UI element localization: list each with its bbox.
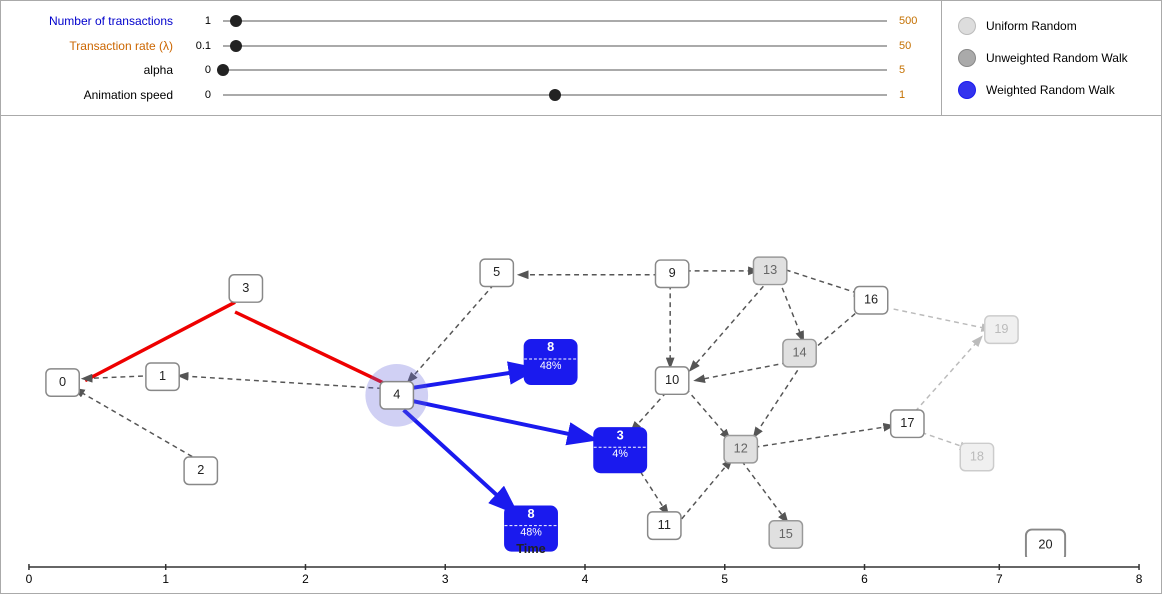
node-15-label: 15 <box>779 526 793 541</box>
legend-dot-uniform <box>958 17 976 35</box>
arrow-4-1 <box>178 376 382 389</box>
slider-row-transactions: Number of transactions 1 500 <box>13 14 929 28</box>
slider-label-transactions: Number of transactions <box>13 14 173 28</box>
tick-label-0: 0 <box>26 572 33 586</box>
red-edge-3-4 <box>235 312 389 386</box>
legend-item-weighted: Weighted Random Walk <box>958 81 1145 99</box>
node-17-label: 17 <box>900 415 914 430</box>
legend-item-uniform: Uniform Random <box>958 17 1145 35</box>
node-8b-pct: 48% <box>520 526 542 538</box>
node-16-label: 16 <box>864 292 878 307</box>
arrow-10-12 <box>686 388 730 439</box>
blue-edge-4-3b <box>409 400 595 439</box>
arrow-14-12 <box>753 363 802 437</box>
node-9-label: 9 <box>669 265 676 280</box>
arrow-16-19 <box>894 309 992 330</box>
slider-row-alpha: alpha 0 5 <box>13 63 929 77</box>
slider-label-animation: Animation speed <box>13 88 173 102</box>
slider-track-transactions[interactable] <box>223 20 887 22</box>
node-19-label: 19 <box>994 321 1008 336</box>
arrow-5-4 <box>408 285 494 383</box>
arrow-13-16 <box>786 270 864 295</box>
slider-track-rate[interactable] <box>223 45 887 47</box>
arrow-2-0 <box>74 388 199 461</box>
slider-max-animation: 1 <box>899 89 929 101</box>
node-5-label: 5 <box>493 264 500 279</box>
node-12-label: 12 <box>734 441 748 456</box>
legend-item-unweighted: Unweighted Random Walk <box>958 49 1145 67</box>
slider-thumb-alpha[interactable] <box>217 64 229 76</box>
slider-thumb-rate[interactable] <box>230 40 242 52</box>
blue-edge-4-8a <box>409 369 536 389</box>
legend-section: Uniform Random Unweighted Random Walk We… <box>941 1 1161 115</box>
legend-label-weighted: Weighted Random Walk <box>986 83 1115 97</box>
node-8b-num: 8 <box>527 506 534 521</box>
slider-min-alpha: 0 <box>181 64 211 76</box>
tick-label-7: 7 <box>996 572 1003 586</box>
slider-row-rate: Transaction rate (λ) 0.1 50 <box>13 39 929 53</box>
arrow-11-12 <box>676 459 732 526</box>
arrow-12-15 <box>742 461 788 523</box>
tick-label-8: 8 <box>1136 572 1143 586</box>
slider-max-transactions: 500 <box>899 15 929 27</box>
node-20-label: 20 <box>1038 537 1052 552</box>
arrow-13-14 <box>779 280 804 342</box>
node-0-label: 0 <box>59 374 66 389</box>
time-label: Time <box>516 541 546 556</box>
node-11-label: 11 <box>658 517 671 532</box>
node-1-label: 1 <box>159 368 166 383</box>
time-axis-svg: 0 1 2 3 4 5 6 7 8 <box>1 557 1161 593</box>
slider-max-rate: 50 <box>899 40 929 52</box>
tick-label-1: 1 <box>162 572 169 586</box>
arrow-14-10 <box>695 361 796 381</box>
slider-row-animation: Animation speed 0 1 <box>13 88 929 102</box>
legend-dot-weighted <box>958 81 976 99</box>
arrow-10-3b <box>631 392 666 431</box>
node-14-label: 14 <box>792 345 806 360</box>
tick-label-2: 2 <box>302 572 309 586</box>
tick-label-5: 5 <box>721 572 728 586</box>
node-18-label: 18 <box>970 448 984 463</box>
node-2-label: 2 <box>197 462 204 477</box>
viz-svg: 0 1 2 3 4 5 8 48% <box>1 116 1161 557</box>
slider-min-animation: 0 <box>181 89 211 101</box>
app: Number of transactions 1 500 Transaction… <box>0 0 1162 594</box>
arrow-12-17 <box>754 426 893 448</box>
tick-label-3: 3 <box>442 572 449 586</box>
legend-label-uniform: Uniform Random <box>986 19 1077 33</box>
tick-label-6: 6 <box>861 572 868 586</box>
legend-dot-unweighted <box>958 49 976 67</box>
node-3b-num: 3 <box>617 427 624 442</box>
node-4-label: 4 <box>393 387 400 402</box>
node-8a-num: 8 <box>547 339 554 354</box>
node-3-label: 3 <box>242 280 249 295</box>
slider-thumb-animation[interactable] <box>549 89 561 101</box>
controls-panel: Number of transactions 1 500 Transaction… <box>1 1 1161 116</box>
node-10-label: 10 <box>665 372 679 387</box>
slider-label-rate: Transaction rate (λ) <box>13 39 173 53</box>
node-8a-pct: 48% <box>540 360 562 372</box>
tick-label-4: 4 <box>582 572 589 586</box>
time-axis: 0 1 2 3 4 5 6 7 8 <box>1 557 1161 593</box>
slider-min-transactions: 1 <box>181 15 211 27</box>
slider-max-alpha: 5 <box>899 64 929 76</box>
node-13-label: 13 <box>763 262 777 277</box>
slider-track-animation[interactable] <box>223 94 887 96</box>
slider-min-rate: 0.1 <box>181 40 211 52</box>
arrow-13-10 <box>690 280 769 371</box>
slider-thumb-transactions[interactable] <box>230 15 242 27</box>
sliders-section: Number of transactions 1 500 Transaction… <box>1 1 941 115</box>
slider-label-alpha: alpha <box>13 63 173 77</box>
slider-track-alpha[interactable] <box>223 69 887 71</box>
legend-label-unweighted: Unweighted Random Walk <box>986 51 1128 65</box>
viz-area: 0 1 2 3 4 5 8 48% <box>1 116 1161 557</box>
node-3b-pct: 4% <box>612 448 628 460</box>
blue-edge-4-8b <box>404 410 517 513</box>
